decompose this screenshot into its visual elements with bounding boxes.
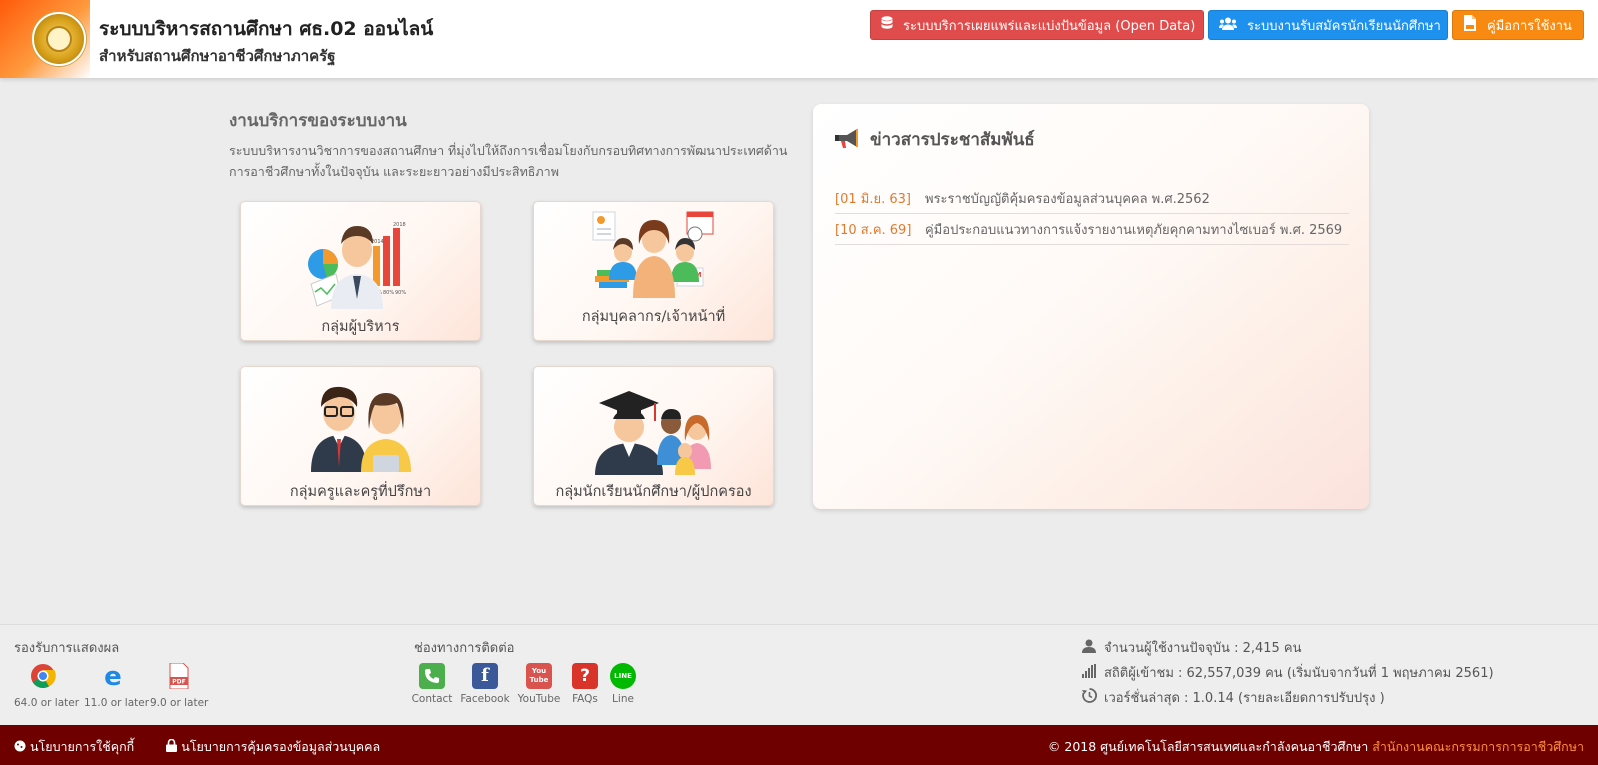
card-students-parents-label: กลุ่มนักเรียนนักศึกษา/ผู้ปกครอง [555, 484, 752, 500]
contact-faqs-label: FAQs [572, 693, 598, 705]
students-illustration [594, 391, 711, 475]
app-subtitle: สำหรับสถานศึกษาอาชีวศึกษาภาครัฐ [99, 47, 336, 65]
line-icon: LINE [610, 663, 636, 689]
open-data-button-label: ระบบบริการเผยแพร่และแบ่งปันข้อมูล (Open … [903, 18, 1196, 34]
privacy-policy-label: นโยบายการคุ้มครองข้อมูลส่วนบุคคล [181, 739, 381, 754]
browser-chrome-version: 64.0 or later [14, 697, 80, 709]
contact-phone[interactable]: Contact [410, 663, 454, 705]
copyright: © 2018 ศูนย์เทคโนโลยีสารสนเทศและกำลังคนอ… [1048, 737, 1584, 757]
ministry-logo[interactable] [32, 12, 86, 66]
contact-phone-label: Contact [411, 693, 453, 705]
visitor-stat: สถิติผู้เข้าชม : 62,557,039 คน (เริ่มนับ… [1082, 662, 1494, 683]
facebook-icon: f [472, 663, 498, 689]
phone-icon [419, 663, 445, 689]
card-staff[interactable]: EXAM กลุ่มบุคลากร/เจ้าหน้าที่ [533, 201, 774, 341]
browser-ie-version: 11.0 or later [84, 697, 150, 709]
news-panel: ข่าวสารประชาสัมพันธ์ [01 มิ.ย. 63] พระรา… [813, 104, 1369, 509]
open-data-button[interactable]: ระบบบริการเผยแพร่และแบ่งปันข้อมูล (Open … [870, 10, 1204, 40]
chart-tag-2018: 2018 [393, 222, 406, 228]
card-teachers-label: กลุ่มครูและครูที่ปรึกษา [289, 484, 432, 500]
internet-explorer-icon: e [100, 662, 126, 693]
chart-tag-90: 90% [395, 290, 406, 296]
pdf-icon-text: PDF [172, 679, 185, 686]
database-icon [881, 16, 893, 34]
student-recruitment-button[interactable]: ระบบงานรับสมัครนักเรียนนักศึกษา [1208, 10, 1448, 40]
news-item-text[interactable]: คู่มือประกอบแนวทางการแจ้งรายงานเหตุภัยคุ… [925, 219, 1342, 240]
contact-faqs[interactable]: ? FAQs [568, 663, 602, 705]
news-item[interactable]: [10 ส.ค. 69] คู่มือประกอบแนวทางการแจ้งรา… [835, 215, 1349, 245]
agency-link[interactable]: สำนักงานคณะกรรมการการอาชีวศึกษา [1372, 739, 1584, 754]
version-stat-text[interactable]: เวอร์ชั่นล่าสุด : 1.0.14 (รายละเอียดการป… [1104, 687, 1385, 708]
card-executives[interactable]: 2014 2018 70% 80% 90% กลุ่มผู้บริหาร [240, 201, 481, 341]
history-icon [1082, 688, 1102, 707]
user-icon [1082, 639, 1102, 657]
version-stat[interactable]: เวอร์ชั่นล่าสุด : 1.0.14 (รายละเอียดการป… [1082, 687, 1385, 708]
footer: รองรับการแสดงผล 64.0 or later e 11.0 or … [0, 624, 1598, 726]
current-users-text: จำนวนผู้ใช้งานปัจจุบัน : 2,415 คน [1104, 641, 1302, 656]
cookie-policy-link[interactable]: นโยบายการใช้คุกกี้ [14, 737, 150, 757]
lock-icon [166, 738, 178, 752]
cookie-icon [14, 740, 26, 752]
privacy-policy-link[interactable]: นโยบายการคุ้มครองข้อมูลส่วนบุคคล [166, 737, 396, 757]
header: ระบบบริหารสถานศึกษา ศธ.02 ออนไลน์ สำหรับ… [0, 0, 1598, 78]
youtube-icon: You Tube [526, 663, 552, 689]
news-item-text[interactable]: พระราชบัญญัติคุ้มครองข้อมูลส่วนบุคคล พ.ศ… [925, 188, 1210, 209]
card-teachers[interactable]: กลุ่มครูและครูที่ปรึกษา [240, 366, 481, 506]
teachers-illustration [310, 386, 411, 472]
staff-illustration: EXAM [592, 211, 713, 298]
supported-browsers-title: รองรับการแสดงผล [14, 641, 120, 656]
document-icon [1463, 15, 1477, 35]
news-title: ข่าวสารประชาสัมพันธ์ [870, 130, 1035, 150]
user-manual-button[interactable]: คู่มือการใช้งาน [1452, 10, 1584, 40]
contact-channels-title: ช่องทางการติดต่อ [414, 641, 515, 656]
current-users-stat: จำนวนผู้ใช้งานปัจจุบัน : 2,415 คน [1082, 637, 1302, 658]
executive-illustration: 2014 2018 70% 80% 90% [307, 222, 406, 309]
browser-chrome[interactable]: 64.0 or later [14, 663, 80, 709]
chrome-icon [30, 664, 56, 693]
contact-facebook-label: Facebook [460, 693, 510, 705]
user-manual-button-label: คู่มือการใช้งาน [1487, 18, 1572, 34]
signal-bars-icon [1082, 663, 1102, 682]
chart-tag-80: 80% [383, 290, 394, 296]
users-icon [1219, 17, 1237, 34]
svg-text:e: e [104, 663, 122, 689]
app-title: ระบบบริหารสถานศึกษา ศธ.02 ออนไลน์ [99, 18, 434, 40]
news-item-date: [10 ส.ค. 69] [835, 223, 912, 238]
pdf-icon: PDF [168, 662, 190, 693]
copyright-text: © 2018 ศูนย์เทคโนโลยีสารสนเทศและกำลังคนอ… [1047, 739, 1369, 754]
news-item[interactable]: [01 มิ.ย. 63] พระราชบัญญัติคุ้มครองข้อมู… [835, 184, 1349, 214]
contact-youtube-label: YouTube [517, 693, 561, 705]
pdf-reader[interactable]: PDF 9.0 or later [150, 662, 209, 709]
student-recruitment-button-label: ระบบงานรับสมัครนักเรียนนักศึกษา [1247, 18, 1441, 34]
contact-line[interactable]: LINE Line [608, 663, 638, 705]
services-title: งานบริการของระบบงาน [229, 111, 407, 131]
card-students-parents[interactable]: กลุ่มนักเรียนนักศึกษา/ผู้ปกครอง [533, 366, 774, 506]
services-description: ระบบบริหารงานวิชาการของสถานศึกษา ที่มุ่ง… [229, 143, 788, 179]
browser-ie[interactable]: e 11.0 or later [84, 662, 150, 709]
bottom-bar: นโยบายการใช้คุกกี้ นโยบายการคุ้มครองข้อม… [0, 725, 1598, 765]
contact-line-label: Line [612, 693, 634, 705]
logo-emblem [46, 26, 72, 52]
news-item-date: [01 มิ.ย. 63] [835, 192, 911, 207]
contact-youtube[interactable]: You Tube YouTube [516, 663, 562, 705]
card-staff-label: กลุ่มบุคลากร/เจ้าหน้าที่ [581, 309, 726, 325]
question-icon: ? [572, 663, 598, 689]
cookie-policy-label: นโยบายการใช้คุกกี้ [30, 739, 135, 754]
contact-facebook[interactable]: f Facebook [460, 663, 510, 705]
megaphone-icon [833, 126, 861, 154]
card-executives-label: กลุ่มผู้บริหาร [321, 319, 400, 335]
pdf-reader-version: 9.0 or later [150, 697, 209, 709]
visitor-stat-text: สถิติผู้เข้าชม : 62,557,039 คน (เริ่มนับ… [1104, 666, 1494, 681]
